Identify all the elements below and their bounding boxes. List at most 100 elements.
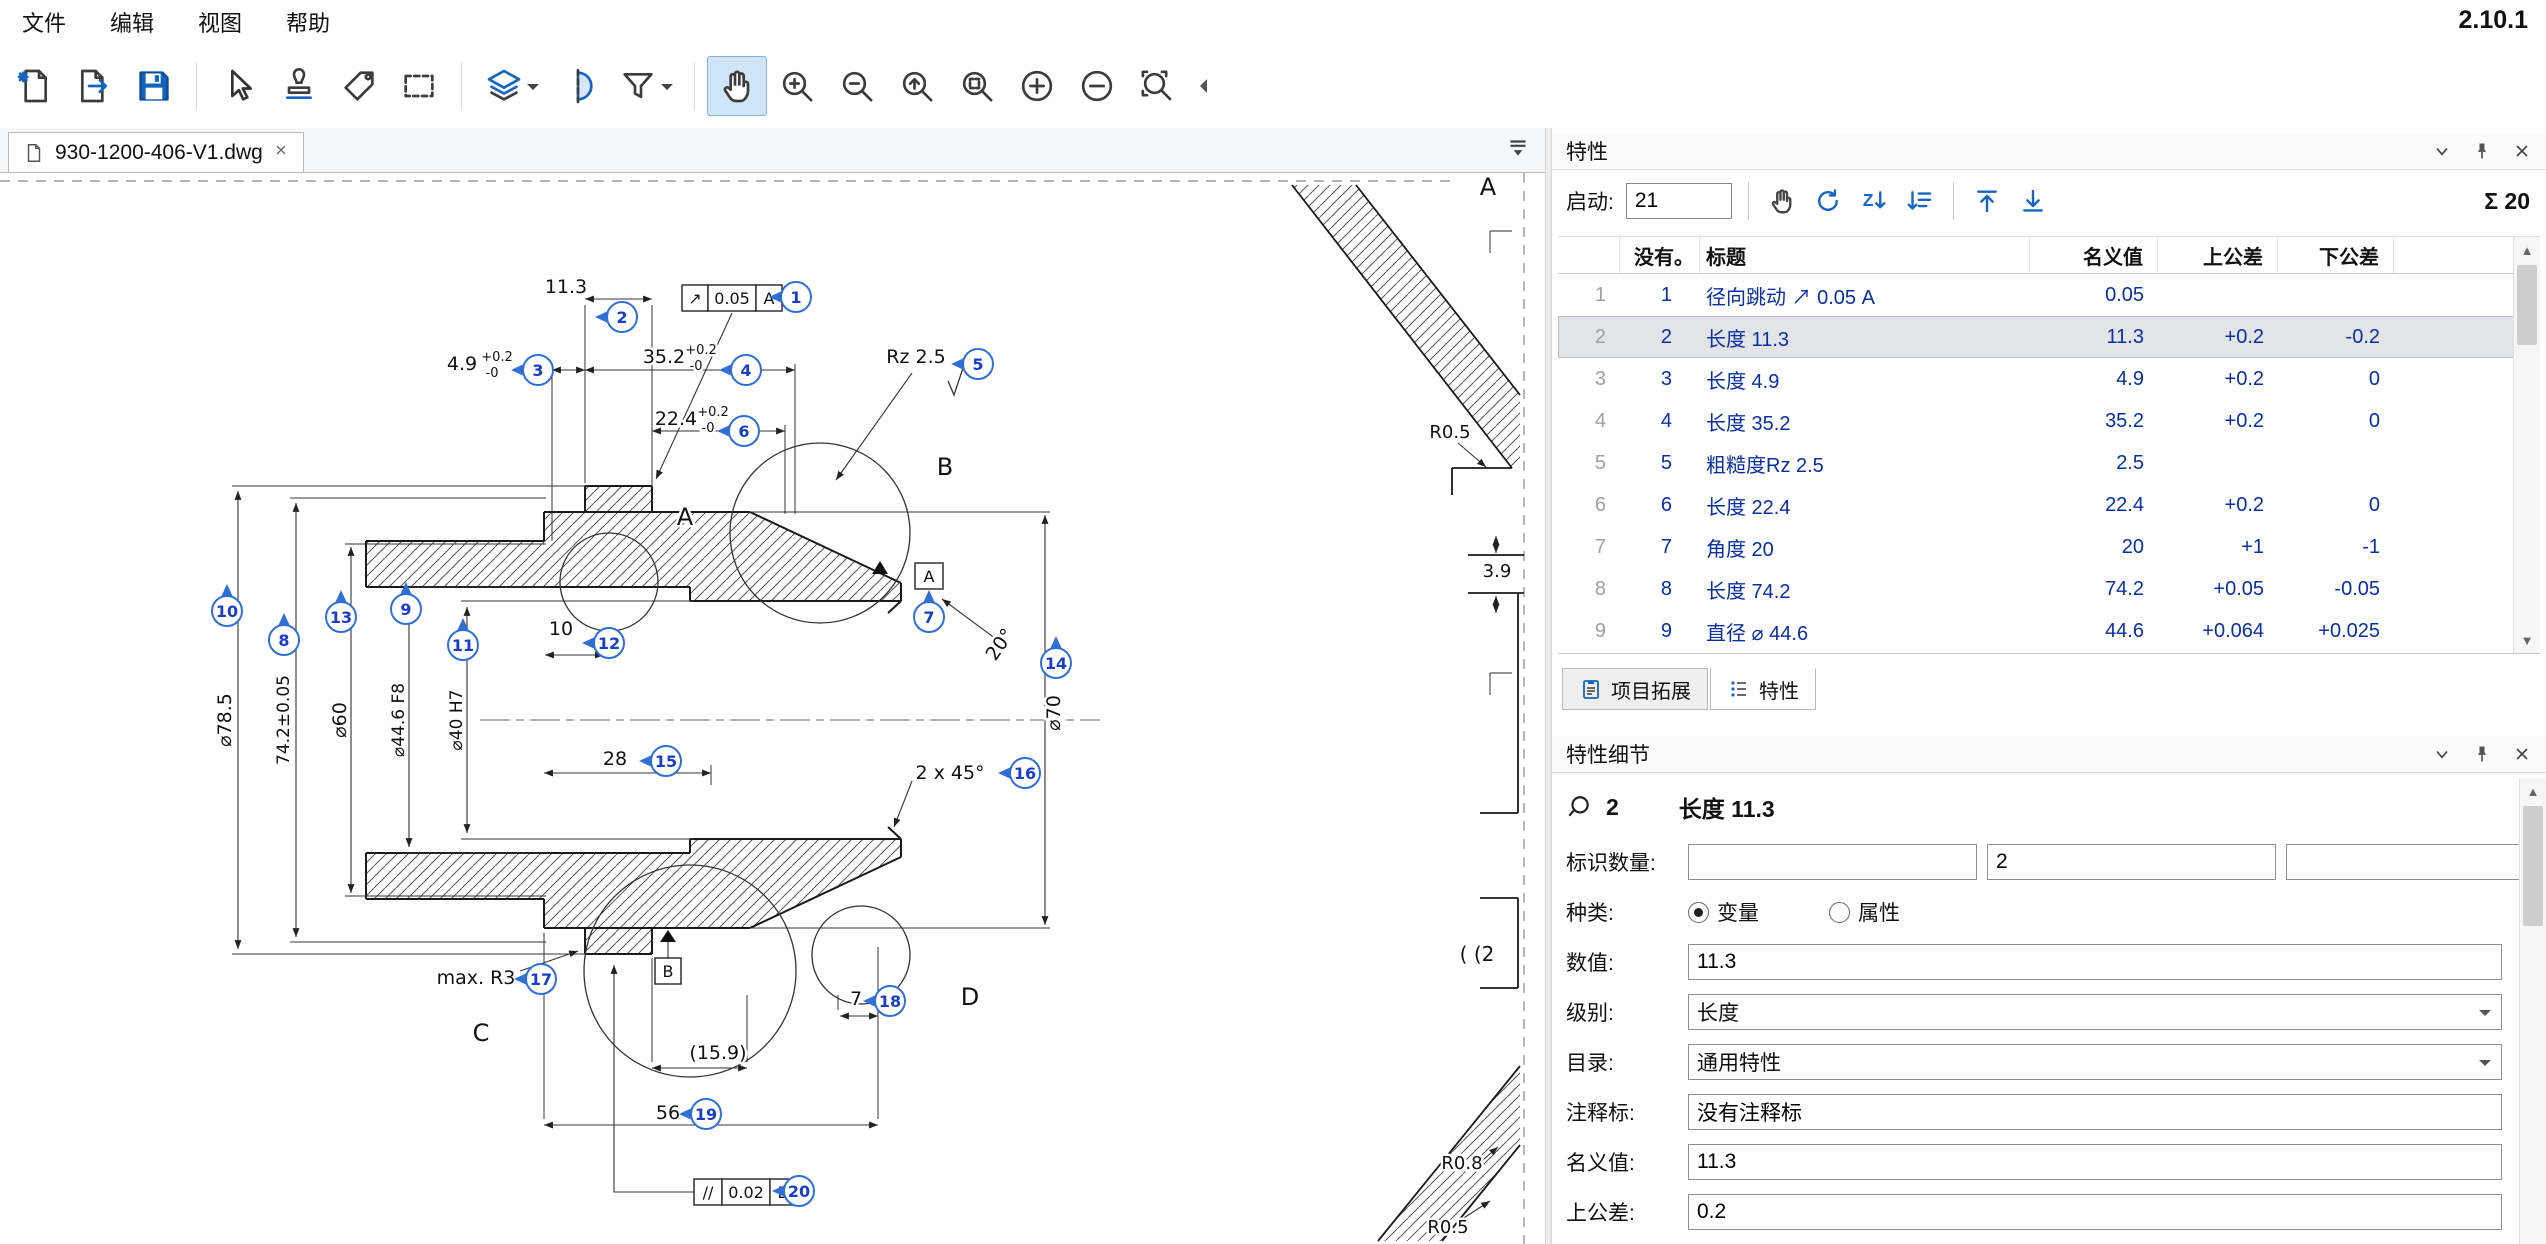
table-row[interactable]: 55粗糙度Rz 2.52.5 <box>1558 442 2540 484</box>
zoom-extents-button[interactable] <box>1127 56 1187 116</box>
decrease-button[interactable] <box>1067 56 1127 116</box>
save-button[interactable] <box>124 56 184 116</box>
open-project-button[interactable] <box>64 56 124 116</box>
document-tab-close-icon[interactable] <box>273 142 289 163</box>
table-row[interactable]: 66长度 22.422.4+0.20 <box>1558 484 2540 526</box>
move-bottom-button[interactable] <box>2016 184 2050 218</box>
tab-characteristics[interactable]: 特性 <box>1710 668 1816 710</box>
menu-view[interactable]: 视图 <box>176 6 264 38</box>
zoom-selection-button[interactable] <box>947 56 1007 116</box>
zoom-previous-button[interactable] <box>887 56 947 116</box>
close-panel-icon[interactable] <box>2512 744 2532 764</box>
selected-item-header: 2 长度 11.3 <box>1566 790 1775 824</box>
balloon-4[interactable]: 4 <box>719 355 761 385</box>
scroll-up-icon[interactable]: ▲ <box>2514 237 2540 263</box>
id-count-input-1[interactable] <box>1688 844 1977 880</box>
balloon-stamp-button[interactable] <box>269 56 329 116</box>
pan-hand-button[interactable] <box>707 56 767 116</box>
balloon-12[interactable]: 12 <box>582 628 624 658</box>
balloon-5[interactable]: 5 <box>951 349 993 379</box>
table-cell: +0.2 <box>2158 326 2278 349</box>
scroll-thumb[interactable] <box>2517 265 2537 345</box>
radio-variable[interactable] <box>1688 902 1709 923</box>
drawing-canvas[interactable]: 11.34.9+0.2-035.2+0.2-022.4+0.2-0Rz 2.5B… <box>0 173 1545 1244</box>
balloon-8[interactable]: 8 <box>269 613 299 655</box>
table-scrollbar[interactable]: ▲ ▼ <box>2513 237 2540 653</box>
table-cell: 径向跳动 ↗ 0.05 A <box>1700 281 2030 310</box>
balloon-11[interactable]: 11 <box>448 618 478 660</box>
balloon-18[interactable]: 18 <box>863 986 905 1016</box>
move-top-button[interactable] <box>1970 184 2004 218</box>
table-cell: 3 <box>1620 368 1700 391</box>
table-row[interactable]: 44长度 35.235.2+0.20 <box>1558 400 2540 442</box>
close-panel-icon[interactable] <box>2512 141 2532 161</box>
menu-help[interactable]: 帮助 <box>264 6 352 38</box>
column-header-lower-tol[interactable]: 下公差 <box>2278 237 2394 273</box>
balloon-17[interactable]: 17 <box>514 964 556 994</box>
balloon-6[interactable]: 6 <box>717 416 759 446</box>
table-row[interactable]: 22长度 11.311.3+0.2-0.2 <box>1558 316 2540 358</box>
select-cursor-button[interactable] <box>209 56 269 116</box>
filter-button[interactable] <box>608 56 682 116</box>
catalog-select[interactable]: 通用特性 <box>1688 1044 2502 1080</box>
radio-attribute[interactable] <box>1829 902 1850 923</box>
panel-splitter[interactable] <box>1545 128 1552 1244</box>
tag-button[interactable] <box>329 56 389 116</box>
table-cell: 长度 11.3 <box>1700 323 2030 352</box>
details-scrollbar[interactable]: ▲ <box>2519 778 2546 1244</box>
scroll-thumb[interactable] <box>2523 806 2543 926</box>
table-row[interactable]: 88长度 74.274.2+0.05-0.05 <box>1558 568 2540 610</box>
zoom-out-button[interactable] <box>827 56 887 116</box>
column-header-upper-tol[interactable]: 上公差 <box>2158 237 2278 273</box>
filter-dropdown-caret[interactable] <box>661 84 673 96</box>
balloon-2[interactable]: 2 <box>595 302 637 332</box>
table-row[interactable]: 77角度 2020+1-1 <box>1558 526 2540 568</box>
layers-button[interactable] <box>474 56 548 116</box>
table-cell: 0 <box>2278 494 2394 517</box>
table-row[interactable]: 99直径 ⌀ 44.644.6+0.064+0.025 <box>1558 610 2540 652</box>
balloon-7[interactable]: 7 <box>914 590 944 632</box>
id-count-input-3[interactable] <box>2286 844 2546 880</box>
pin-icon[interactable] <box>2472 141 2492 161</box>
scroll-up-icon[interactable]: ▲ <box>2520 778 2546 804</box>
pin-icon[interactable] <box>2472 744 2492 764</box>
menu-edit[interactable]: 编辑 <box>88 6 176 38</box>
tab-project-expansion[interactable]: 项目拓展 <box>1562 668 1708 710</box>
menu-file[interactable]: 文件 <box>0 6 88 38</box>
start-number-input[interactable] <box>1626 183 1732 219</box>
layers-dropdown-caret[interactable] <box>527 84 539 96</box>
note-input[interactable] <box>1688 1094 2502 1130</box>
column-header-title[interactable]: 标题 <box>1700 237 2030 273</box>
table-row[interactable]: 11径向跳动 ↗ 0.05 A0.05 <box>1558 274 2540 316</box>
balloon-15[interactable]: 15 <box>639 746 681 776</box>
sort-z-button[interactable]: Z <box>1857 184 1891 218</box>
document-tab[interactable]: 930-1200-406-V1.dwg <box>8 132 304 172</box>
marquee-select-button[interactable] <box>389 56 449 116</box>
zoom-in-button[interactable] <box>767 56 827 116</box>
upper-tol-input[interactable] <box>1688 1194 2502 1230</box>
filter-icon <box>618 66 658 106</box>
balloon-9[interactable]: 9 <box>391 582 421 624</box>
scroll-down-icon[interactable]: ▼ <box>2514 627 2540 653</box>
hand-tool-button[interactable] <box>1765 184 1799 218</box>
panel-menu-chevron-icon[interactable] <box>2432 141 2452 161</box>
toolbar-collapse-icon[interactable] <box>1193 79 1207 93</box>
document-list-icon[interactable] <box>1505 135 1531 166</box>
panel-menu-chevron-icon[interactable] <box>2432 744 2452 764</box>
nominal-input[interactable] <box>1688 1144 2502 1180</box>
table-cell: 6 <box>1620 494 1700 517</box>
mirror-view-button[interactable] <box>548 56 608 116</box>
balloon-3[interactable]: 3 <box>511 355 553 385</box>
increase-button[interactable] <box>1007 56 1067 116</box>
column-header-index[interactable] <box>1558 237 1620 273</box>
level-select[interactable]: 长度 <box>1688 994 2502 1030</box>
new-project-button[interactable] <box>4 56 64 116</box>
column-header-no[interactable]: 没有。 <box>1620 237 1700 273</box>
balloon-16[interactable]: 16 <box>998 758 1040 788</box>
id-count-input-2[interactable] <box>1987 844 2276 880</box>
renumber-button[interactable] <box>1811 184 1845 218</box>
table-row[interactable]: 33长度 4.94.9+0.20 <box>1558 358 2540 400</box>
value-input[interactable] <box>1688 944 2502 980</box>
column-header-nominal[interactable]: 名义值 <box>2030 237 2158 273</box>
reorder-list-button[interactable] <box>1903 184 1937 218</box>
